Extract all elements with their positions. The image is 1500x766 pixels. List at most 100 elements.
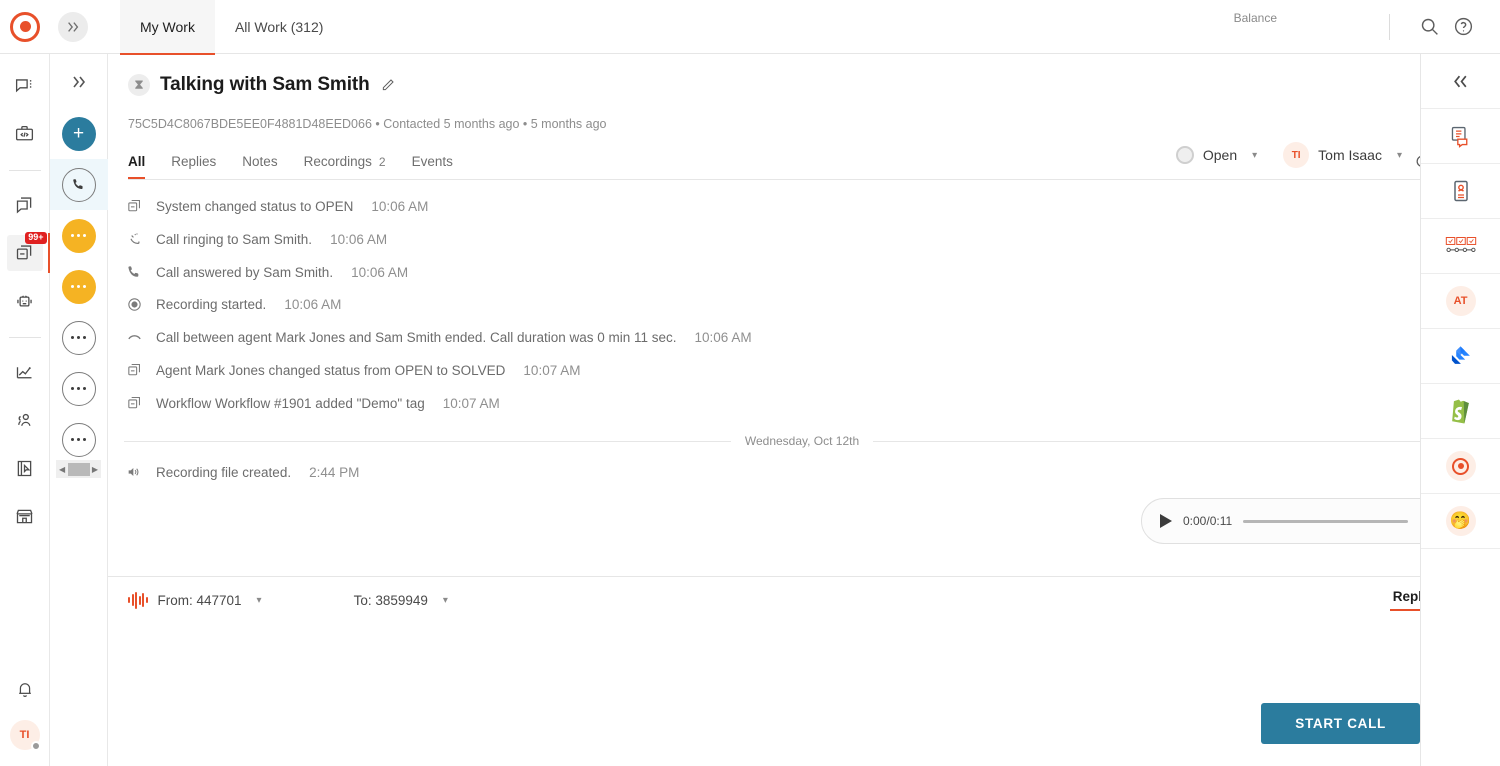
dots-glyph (70, 437, 87, 442)
play-icon[interactable] (1160, 514, 1172, 528)
status-dropdown[interactable]: Open ▾ (1175, 146, 1257, 164)
scrollbar-thumb[interactable] (67, 462, 90, 476)
assignee-initials: TI (1291, 149, 1301, 161)
audio-player[interactable]: 0:00/0:11 (1141, 498, 1456, 544)
panel-workflow-icon[interactable] (1420, 219, 1500, 274)
timeline-event-time: 10:06 AM (330, 232, 388, 247)
notifications-button[interactable] (7, 672, 43, 708)
sidebar-item-marketplace[interactable] (7, 498, 43, 534)
sidebar-item-developer[interactable] (7, 116, 43, 152)
start-call-wrap: START CALL (1261, 703, 1420, 744)
conversation-rail: + ◀ ▶ (49, 54, 108, 766)
page-title: Talking with Sam Smith (160, 74, 370, 95)
toolbox-code-icon (15, 125, 34, 140)
jira-logo-icon (1451, 345, 1470, 364)
date-separator-label: Wednesday, Oct 12th (744, 434, 860, 448)
timeline-date-separator: Wednesday, Oct 12th (124, 434, 1481, 448)
conversation-chip-2[interactable] (50, 261, 108, 312)
hourglass-icon (128, 74, 150, 96)
start-call-button[interactable]: START CALL (1261, 703, 1420, 744)
sidebar-item-contacts[interactable] (7, 402, 43, 438)
copy-chat-icon (16, 196, 32, 214)
chevron-down-icon: ▾ (256, 594, 262, 606)
from-number-dropdown[interactable]: From: 447701 ▾ (158, 593, 262, 608)
tab-my-work[interactable]: My Work (120, 0, 215, 55)
sidebar-item-analytics[interactable] (7, 354, 43, 390)
tab-events[interactable]: Events (412, 146, 453, 178)
integrations-rail: AT 🤭 (1420, 54, 1500, 766)
timeline-event: Recording started. 10:06 AM (124, 288, 1480, 321)
help-button[interactable] (1446, 10, 1480, 44)
phone-icon (124, 264, 144, 280)
dots-glyph (70, 233, 87, 238)
call-ringing-glyph (129, 233, 139, 244)
target-ring (1452, 457, 1469, 475)
tab-notes[interactable]: Notes (242, 146, 277, 178)
panel-conversation-icon[interactable] (1420, 109, 1500, 164)
panel-brand-icon[interactable] (1420, 439, 1500, 494)
conversation-chip-3[interactable] (50, 312, 108, 363)
timeline-event: Agent Mark Jones changed status from OPE… (124, 354, 1480, 387)
panel-jira-icon[interactable] (1420, 329, 1500, 384)
timeline-event-text: Recording file created. (156, 464, 292, 480)
timeline-event: System changed status to OPEN 10:06 AM (124, 190, 1480, 223)
sidebar-item-workspaces[interactable] (7, 450, 43, 486)
presence-indicator (30, 741, 41, 751)
new-conversation-button[interactable]: + (50, 108, 108, 159)
tab-all-work[interactable]: All Work (312) (215, 0, 343, 54)
sidebar-expand-button[interactable] (58, 11, 88, 42)
panel-shopify-icon[interactable] (1420, 384, 1500, 439)
current-user-avatar[interactable]: TI (9, 720, 41, 751)
top-tabs: My Work All Work (312) (120, 0, 343, 55)
conversation-chip-4[interactable] (50, 363, 108, 414)
sidebar-item-conversations[interactable] (7, 187, 43, 223)
to-number-dropdown[interactable]: To: 3859949 ▾ (354, 593, 448, 608)
tab-recordings-count: 2 (378, 154, 386, 169)
tab-all[interactable]: All (128, 146, 146, 179)
audio-progress-slider[interactable] (1243, 519, 1408, 523)
brand-logo[interactable] (0, 11, 50, 42)
tab-recordings[interactable]: Recordings 2 (304, 146, 386, 178)
top-bar: My Work All Work (312) Balance (0, 0, 1500, 55)
assignee-dropdown[interactable]: TI Tom Isaac ▾ (1283, 142, 1402, 168)
store-icon (16, 509, 33, 523)
dots-glyph (70, 335, 87, 340)
panel-contact-icon[interactable] (1420, 164, 1500, 219)
chevron-double-left-icon (1454, 75, 1467, 87)
panel-collapse-button[interactable] (1420, 54, 1500, 109)
timeline-event-text: Call ringing to Sam Smith. (156, 232, 313, 247)
chat-dots-icon (61, 218, 96, 253)
plus-label: + (72, 122, 85, 144)
dots-glyph (70, 284, 87, 289)
conversation-chip-1[interactable] (50, 210, 108, 261)
conversation-rail-scrollbar[interactable]: ◀ ▶ (56, 460, 101, 478)
panel-airtable-icon[interactable]: AT (1420, 274, 1500, 329)
workflow-nodes-icon (1445, 236, 1476, 253)
conversation-chip-5[interactable] (50, 414, 108, 465)
scroll-left-arrow-icon[interactable]: ◀ (59, 465, 65, 474)
app-navigation-rail: 99+ TI (0, 54, 51, 766)
tab-replies[interactable]: Replies (171, 146, 216, 178)
status-change-icon (124, 198, 144, 215)
search-button[interactable] (1412, 10, 1446, 44)
to-number-label: To: 3859949 (353, 592, 428, 608)
dots-glyph (70, 386, 87, 391)
call-ended-glyph (127, 335, 141, 340)
at-badge-icon: AT (1445, 286, 1476, 316)
sidebar-item-bot[interactable] (7, 283, 43, 319)
timeline-event-text: Recording started. (156, 297, 267, 312)
sidebar-item-inbox[interactable]: 99+ (6, 232, 51, 273)
conversation-chip-call[interactable] (49, 159, 108, 210)
edit-title-button[interactable] (380, 77, 396, 93)
scroll-right-arrow-icon[interactable]: ▶ (92, 465, 98, 474)
conversation-rail-expand-button[interactable] (61, 64, 97, 100)
sidebar-item-chat[interactable] (7, 68, 43, 104)
tab-events-label: Events (411, 154, 453, 169)
panel-emoji-icon[interactable]: 🤭 (1420, 494, 1500, 549)
bell-icon (18, 683, 31, 697)
audio-wave-icon (128, 591, 148, 609)
body-wrapper: 99+ TI + ◀ ▶ Talking with Sam Smith 75C5… (0, 54, 1500, 766)
inbox-badge: 99+ (25, 232, 47, 244)
top-divider (1389, 13, 1390, 40)
balance-label: Balance (1233, 10, 1277, 25)
